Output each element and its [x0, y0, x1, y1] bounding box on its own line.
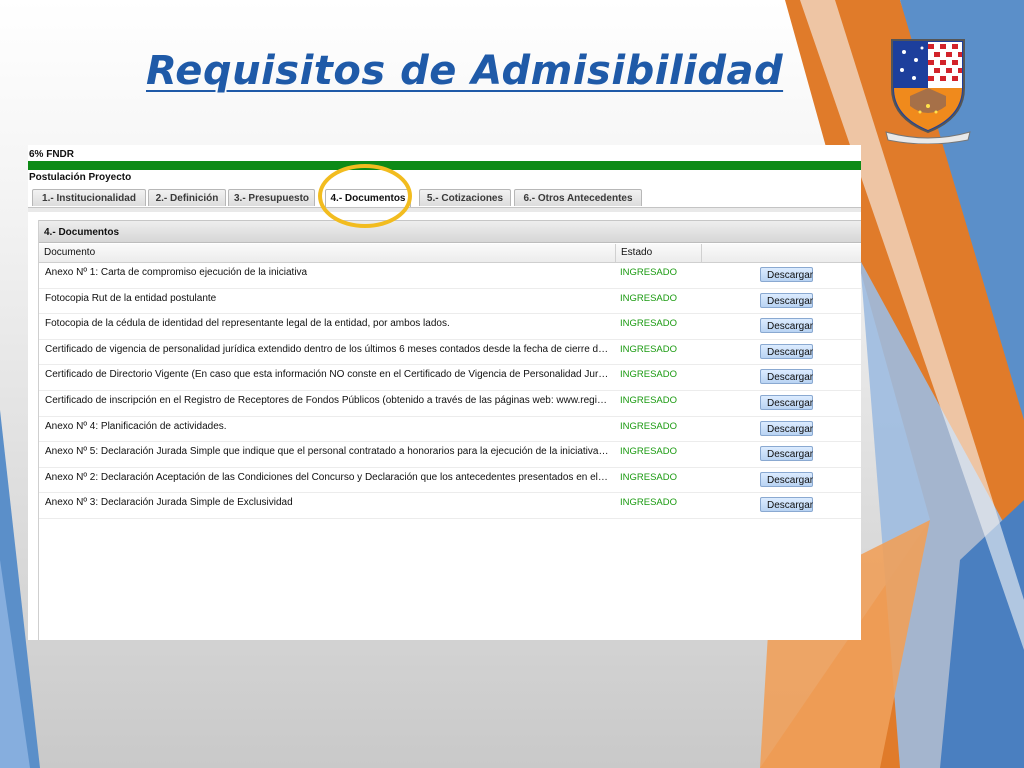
download-button[interactable]: Descargar — [760, 369, 813, 385]
application-window: 6% FNDR Postulación Proyecto 1.- Institu… — [28, 145, 861, 640]
tab-institucionalidad[interactable]: 1.- Institucionalidad — [32, 189, 146, 206]
download-button[interactable]: Descargar — [760, 497, 813, 513]
status-badge: INGRESADO — [620, 446, 678, 458]
document-name: Certificado de vigencia de personalidad … — [45, 343, 610, 355]
download-button[interactable]: Descargar — [760, 343, 813, 359]
tab-presupuesto[interactable]: 3.- Presupuesto — [228, 189, 315, 206]
panel-title: 4.- Documentos — [39, 220, 861, 243]
download-button[interactable]: Descargar — [760, 267, 813, 282]
table-header: Documento Estado — [39, 244, 861, 263]
table-row: Anexo Nº 5: Declaración Jurada Simple qu… — [39, 442, 861, 468]
tab-definicion[interactable]: 2.- Definición — [148, 189, 226, 206]
download-button[interactable]: Descargar — [760, 292, 813, 308]
document-name: Anexo Nº 4: Planificación de actividades… — [45, 420, 227, 432]
status-badge: INGRESADO — [620, 420, 678, 432]
table-row: Anexo Nº 2: Declaración Aceptación de la… — [39, 468, 861, 494]
download-button[interactable]: Descargar — [760, 446, 813, 462]
documents-table-body: Anexo Nº 1: Carta de compromiso ejecució… — [39, 263, 861, 519]
tab-content-divider — [28, 208, 861, 212]
status-badge: INGRESADO — [620, 497, 678, 509]
section-subtitle: Postulación Proyecto — [29, 172, 132, 183]
download-button[interactable]: Descargar — [760, 318, 813, 334]
tab-strip: 1.- Institucionalidad 2.- Definición 3.-… — [28, 185, 861, 208]
status-badge: INGRESADO — [620, 267, 678, 278]
download-button[interactable]: Descargar — [760, 394, 813, 410]
table-row: Anexo Nº 3: Declaración Jurada Simple de… — [39, 493, 861, 519]
table-row: Anexo Nº 4: Planificación de actividades… — [39, 417, 861, 443]
column-header-documento[interactable]: Documento — [39, 244, 616, 262]
documents-panel: 4.- Documentos Documento Estado Anexo Nº… — [38, 220, 861, 640]
document-name: Certificado de inscripción en el Registr… — [45, 394, 610, 406]
table-row: Certificado de vigencia de personalidad … — [39, 340, 861, 366]
table-row: Fotocopia Rut de la entidad postulante I… — [39, 289, 861, 315]
table-row: Certificado de inscripción en el Registr… — [39, 391, 861, 417]
document-name: Certificado de Directorio Vigente (En ca… — [45, 369, 610, 381]
app-title: 6% FNDR — [29, 149, 75, 160]
table-row: Certificado de Directorio Vigente (En ca… — [39, 365, 861, 391]
tab-otros-antecedentes[interactable]: 6.- Otros Antecedentes — [514, 189, 642, 206]
header-green-bar — [28, 161, 861, 170]
status-badge: INGRESADO — [620, 471, 678, 483]
tab-highlight-circle — [318, 164, 412, 228]
status-badge: INGRESADO — [620, 343, 678, 355]
tab-cotizaciones[interactable]: 5.- Cotizaciones — [419, 189, 511, 206]
status-badge: INGRESADO — [620, 394, 678, 406]
document-name: Fotocopia de la cédula de identidad del … — [45, 318, 450, 330]
status-badge: INGRESADO — [620, 292, 678, 304]
column-header-estado[interactable]: Estado — [616, 244, 702, 262]
document-name: Anexo Nº 1: Carta de compromiso ejecució… — [45, 267, 308, 278]
document-name: Anexo Nº 2: Declaración Aceptación de la… — [45, 471, 610, 483]
download-button[interactable]: Descargar — [760, 420, 813, 436]
status-badge: INGRESADO — [620, 369, 678, 381]
table-row: Fotocopia de la cédula de identidad del … — [39, 314, 861, 340]
status-badge: INGRESADO — [620, 318, 678, 330]
document-name: Fotocopia Rut de la entidad postulante — [45, 292, 217, 304]
document-name: Anexo Nº 5: Declaración Jurada Simple qu… — [45, 446, 610, 458]
slide-title: Requisitos de Admisibilidad — [146, 48, 784, 94]
document-name: Anexo Nº 3: Declaración Jurada Simple de… — [45, 497, 293, 509]
regional-coat-of-arms-icon — [885, 39, 971, 144]
download-button[interactable]: Descargar — [760, 471, 813, 487]
table-row: Anexo Nº 1: Carta de compromiso ejecució… — [39, 263, 861, 289]
